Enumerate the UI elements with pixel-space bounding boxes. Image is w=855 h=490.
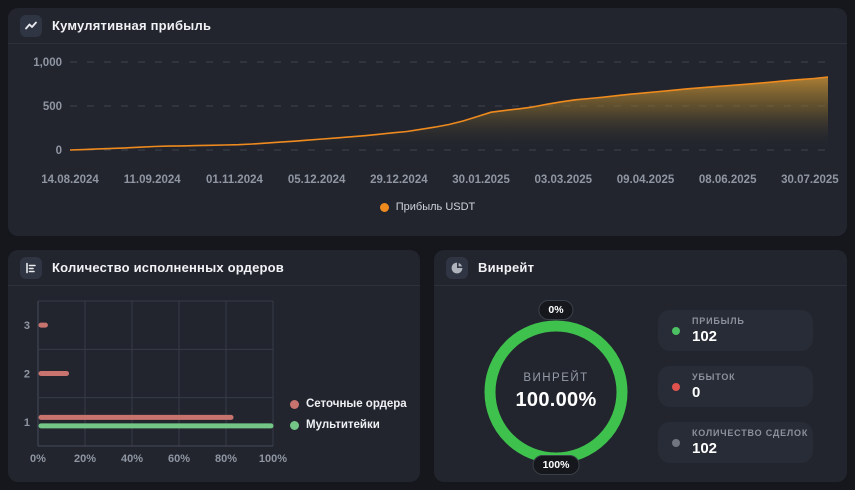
svg-text:500: 500 — [43, 101, 62, 113]
winrate-center-label: ВИНРЕЙТ — [523, 372, 589, 384]
multitakes-legend-item[interactable]: Мультитейки — [290, 419, 407, 431]
svg-text:08.06.2025: 08.06.2025 — [699, 174, 757, 186]
svg-text:30.01.2025: 30.01.2025 — [452, 174, 510, 186]
svg-text:0%: 0% — [30, 453, 46, 465]
svg-text:20%: 20% — [74, 453, 96, 465]
winrate-stats: ПРИБЫЛЬ 102 УБЫТОК 0 КОЛИЧЕСТВО СДЕЛОК 1… — [658, 310, 813, 463]
multitakes-legend-label: Мультитейки — [306, 419, 380, 431]
svg-text:100%: 100% — [259, 453, 287, 465]
grid-orders-legend-label: Сеточные ордера — [306, 398, 407, 410]
pie-chart-icon — [446, 256, 468, 279]
svg-text:2: 2 — [24, 369, 30, 381]
multitakes-legend-dot-icon — [290, 420, 299, 430]
winrate-center-value: 100.00% — [515, 389, 597, 411]
svg-text:60%: 60% — [168, 453, 190, 465]
cumulative-profit-title: Кумулятивная прибыль — [52, 18, 212, 33]
executed-orders-title: Количество исполненных ордеров — [52, 260, 284, 275]
svg-text:40%: 40% — [121, 453, 143, 465]
grid-orders-legend-item[interactable]: Сеточные ордера — [290, 398, 407, 410]
executed-orders-panel: Количество исполненных ордеров 0% 20% 40% 6… — [8, 250, 420, 482]
stat-card-profit: ПРИБЫЛЬ 102 — [658, 310, 813, 351]
cumulative-profit-chart: 1,000 500 0 14.08.2024 11.09.2024 01.11.2024 0… — [33, 57, 839, 186]
winrate-header: Винрейт — [434, 250, 847, 286]
svg-text:14.08.2024: 14.08.2024 — [41, 174, 99, 186]
stat-trades-value: 102 — [692, 440, 718, 457]
stat-profit-label: ПРИБЫЛЬ — [692, 316, 745, 326]
stat-card-loss: УБЫТОК 0 — [658, 366, 813, 407]
svg-text:1,000: 1,000 — [33, 57, 62, 69]
stat-loss-value: 0 — [692, 384, 701, 401]
trades-dot-icon — [672, 438, 680, 447]
executed-orders-header: Количество исполненных ордеров — [8, 250, 420, 286]
profit-dot-icon — [672, 326, 680, 335]
stat-trades-label: КОЛИЧЕСТВО СДЕЛОК — [692, 428, 809, 438]
stat-card-trades: КОЛИЧЕСТВО СДЕЛОК 102 — [658, 422, 813, 463]
executed-orders-chart: 0% 20% 40% 60% 80% 100% 3 2 1 — [24, 300, 287, 465]
cumulative-profit-header: Кумулятивная прибыль — [8, 8, 847, 44]
cumulative-legend-item[interactable]: Прибыль USDT — [16, 201, 839, 213]
grid-orders-legend-dot-icon — [290, 399, 299, 409]
svg-text:0: 0 — [56, 145, 62, 157]
winrate-badge-hundred: 100% — [532, 455, 580, 475]
svg-text:03.03.2025: 03.03.2025 — [534, 174, 592, 186]
trend-line-icon — [20, 14, 42, 37]
winrate-badge-zero: 0% — [538, 300, 574, 320]
profit-legend-dot-icon — [379, 202, 389, 212]
svg-text:80%: 80% — [215, 453, 237, 465]
svg-text:1: 1 — [24, 417, 30, 429]
svg-text:05.12.2024: 05.12.2024 — [288, 174, 346, 186]
svg-text:09.04.2025: 09.04.2025 — [617, 174, 675, 186]
stat-loss-label: УБЫТОК — [692, 372, 736, 382]
svg-text:11.09.2024: 11.09.2024 — [124, 174, 182, 186]
loss-dot-icon — [672, 382, 680, 391]
profit-legend-label: Прибыль USDT — [395, 201, 476, 213]
stat-profit-value: 102 — [692, 328, 718, 345]
svg-text:3: 3 — [24, 320, 30, 332]
winrate-donut: ВИНРЕЙТ 100.00% 0% 100% — [476, 300, 636, 475]
svg-text:29.12.2024: 29.12.2024 — [370, 174, 428, 186]
cumulative-profit-panel: Кумулятивная прибыль 1,000 500 0 14.08.2024… — [8, 8, 847, 236]
svg-text:01.11.2024: 01.11.2024 — [206, 174, 264, 186]
horizontal-bars-icon — [20, 256, 42, 279]
winrate-center: ВИНРЕЙТ 100.00% — [496, 372, 616, 412]
orders-legend: Сеточные ордера Мультитейки — [290, 398, 407, 431]
winrate-title: Винрейт — [478, 260, 535, 275]
svg-text:30.07.2025: 30.07.2025 — [781, 174, 839, 186]
winrate-panel: Винрейт ВИНРЕЙТ 100.00% 0% 100% ПРИБЫЛЬ … — [434, 250, 847, 482]
